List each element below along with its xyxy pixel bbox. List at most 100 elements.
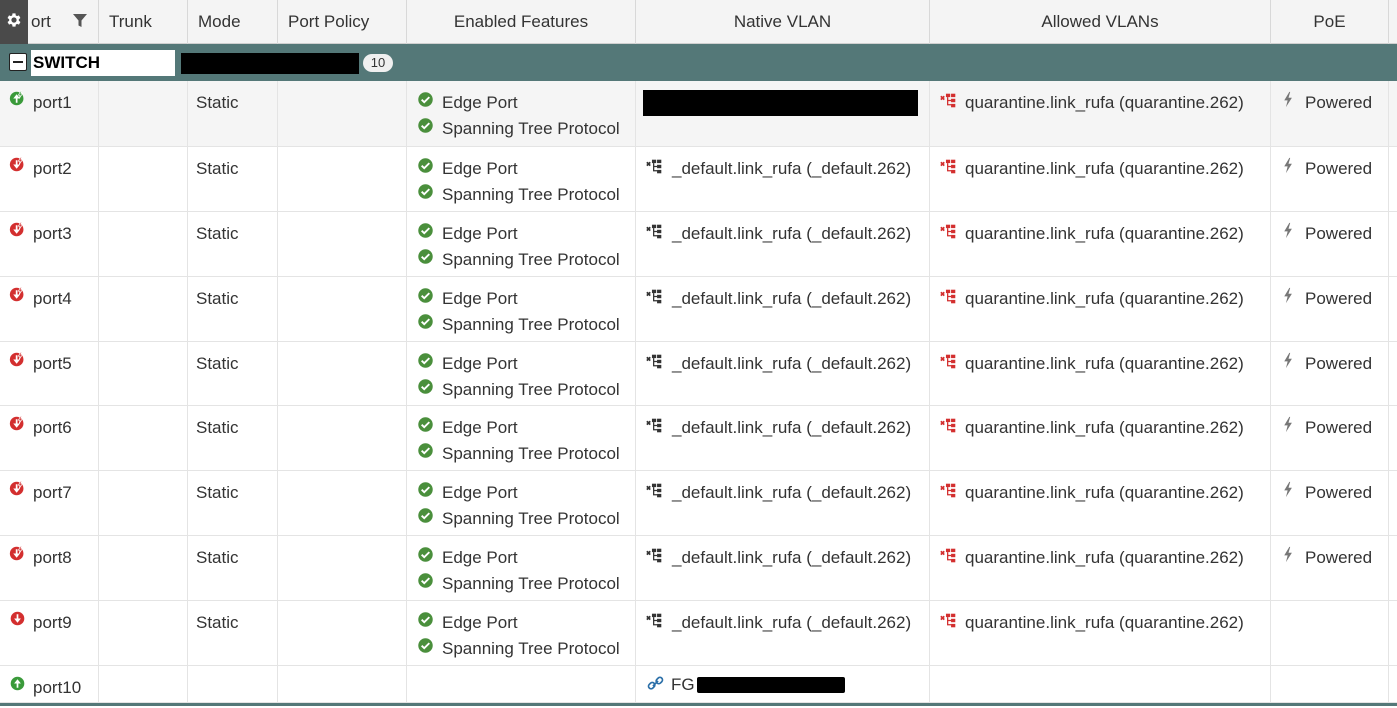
column-header-port-policy[interactable]: Port Policy <box>278 0 407 44</box>
column-header-mode[interactable]: Mode <box>188 0 278 44</box>
table-cell-policy <box>278 536 407 600</box>
native-vlan-value[interactable]: _default.link_rufa (_default.262) <box>672 483 911 503</box>
port-mode: Static <box>196 548 239 567</box>
port-name[interactable]: port7 <box>33 483 72 503</box>
allowed-vlan-value[interactable]: quarantine.link_rufa (quarantine.262) <box>965 548 1244 568</box>
table-cell-trunk <box>99 81 188 146</box>
column-header-port[interactable]: ort <box>28 0 99 44</box>
feature-label: Spanning Tree Protocol <box>442 639 620 658</box>
table-row[interactable]: port8 Static Edge Port Spanning Tree Protoc… <box>0 536 1397 601</box>
vlan-network-icon <box>646 159 662 174</box>
filter-icon[interactable] <box>72 13 88 29</box>
table-row[interactable]: port6 Static Edge Port Spanning Tree Protoc… <box>0 406 1397 471</box>
table-row[interactable]: port5 Static Edge Port Spanning Tree Protoc… <box>0 342 1397 406</box>
lightning-icon <box>1284 416 1292 433</box>
column-header-trunk[interactable]: Trunk <box>99 0 188 44</box>
feature-label: Edge Port <box>442 418 518 437</box>
port-name[interactable]: port9 <box>33 613 72 633</box>
table-cell-policy <box>278 212 407 276</box>
port-status-icon <box>9 351 24 367</box>
redacted-fortigate-name <box>697 677 845 693</box>
table-cell-native <box>636 471 930 535</box>
feature-label: Edge Port <box>442 613 518 632</box>
port-mode: Static <box>196 289 239 308</box>
port-name[interactable]: port2 <box>33 159 72 179</box>
native-vlan-value[interactable]: _default.link_rufa (_default.262) <box>672 548 911 568</box>
native-vlan-value[interactable]: _default.link_rufa (_default.262) <box>672 613 911 633</box>
native-vlan-value[interactable]: _default.link_rufa (_default.262) <box>672 418 911 438</box>
table-cell-allowed <box>930 277 1271 341</box>
table-cell-policy <box>278 601 407 665</box>
gear-icon[interactable] <box>0 0 28 44</box>
check-circle-icon <box>418 638 433 653</box>
allowed-vlan-value[interactable]: quarantine.link_rufa (quarantine.262) <box>965 483 1244 503</box>
lightning-icon <box>1284 91 1292 108</box>
table-cell-allowed <box>930 666 1271 702</box>
allowed-vlan-value[interactable]: quarantine.link_rufa (quarantine.262) <box>965 418 1244 438</box>
table-row[interactable]: port2 Static Edge Port Spanning Tree Protoc… <box>0 147 1397 212</box>
port-status-icon <box>9 221 24 237</box>
allowed-vlan-value[interactable]: quarantine.link_rufa (quarantine.262) <box>965 289 1244 309</box>
native-vlan-value[interactable]: _default.link_rufa (_default.262) <box>672 354 911 374</box>
vlan-network-icon <box>940 289 956 304</box>
column-header-allowed-vlans[interactable]: Allowed VLANs <box>930 0 1271 44</box>
port-name[interactable]: port5 <box>33 354 72 374</box>
check-circle-icon <box>418 443 433 458</box>
native-vlan-link[interactable]: FG <box>671 675 695 695</box>
port-name[interactable]: port8 <box>33 548 72 568</box>
port-name[interactable]: port4 <box>33 289 72 309</box>
column-header-enabled-features[interactable]: Enabled Features <box>407 0 636 44</box>
native-vlan-value[interactable]: _default.link_rufa (_default.262) <box>672 224 911 244</box>
column-header-poe[interactable]: PoE <box>1271 0 1389 44</box>
table-cell-native <box>636 536 930 600</box>
allowed-vlan-value[interactable]: quarantine.link_rufa (quarantine.262) <box>965 93 1244 113</box>
check-circle-icon <box>418 482 433 497</box>
table-cell-trunk <box>99 536 188 600</box>
table-row[interactable]: port4 Static Edge Port Spanning Tree Protoc… <box>0 277 1397 342</box>
port-name[interactable]: port1 <box>33 93 72 113</box>
vlan-network-icon <box>646 289 662 304</box>
table-row[interactable]: port1 Static Edge Port Spanning Tree Protoc… <box>0 81 1397 147</box>
table-row[interactable]: port7 Static Edge Port Spanning Tree Protoc… <box>0 471 1397 536</box>
table-cell-allowed <box>930 406 1271 470</box>
feature-label: Spanning Tree Protocol <box>442 250 620 269</box>
table-cell-trunk <box>99 601 188 665</box>
table-cell-policy <box>278 471 407 535</box>
link-icon <box>647 676 664 690</box>
check-circle-icon <box>418 353 433 368</box>
native-vlan-value[interactable]: _default.link_rufa (_default.262) <box>672 159 911 179</box>
port-status-icon <box>9 415 24 431</box>
table-row[interactable]: port10 FG <box>0 666 1397 703</box>
allowed-vlan-value[interactable]: quarantine.link_rufa (quarantine.262) <box>965 354 1244 374</box>
vlan-network-icon <box>646 613 662 628</box>
column-header-native-vlan[interactable]: Native VLAN <box>636 0 930 44</box>
lightning-icon <box>1284 287 1292 304</box>
allowed-vlan-value[interactable]: quarantine.link_rufa (quarantine.262) <box>965 613 1244 633</box>
redacted-native-vlan <box>643 90 918 116</box>
allowed-vlan-value[interactable]: quarantine.link_rufa (quarantine.262) <box>965 159 1244 179</box>
port-count-badge: 10 <box>363 54 393 72</box>
check-circle-icon <box>418 379 433 394</box>
table-cell-mode <box>188 406 278 470</box>
port-status-icon <box>9 545 24 561</box>
table-cell-trunk <box>99 212 188 276</box>
table-cell-allowed <box>930 212 1271 276</box>
port-status-icon <box>9 90 24 106</box>
port-name[interactable]: port3 <box>33 224 72 244</box>
port-name[interactable]: port10 <box>33 678 81 698</box>
collapse-icon[interactable] <box>9 53 27 71</box>
switch-group-row[interactable]: SWITCH 10 <box>0 44 1397 81</box>
table-bottom-border <box>0 703 1397 706</box>
feature-label: Spanning Tree Protocol <box>442 574 620 593</box>
port-mode: Static <box>196 224 239 243</box>
port-name[interactable]: port6 <box>33 418 72 438</box>
port-mode: Static <box>196 613 239 632</box>
feature-label: Edge Port <box>442 159 518 178</box>
poe-status: Powered <box>1305 548 1373 567</box>
table-row[interactable]: port3 Static Edge Port Spanning Tree Protoc… <box>0 212 1397 277</box>
feature-label: Spanning Tree Protocol <box>442 119 620 138</box>
allowed-vlan-value[interactable]: quarantine.link_rufa (quarantine.262) <box>965 224 1244 244</box>
native-vlan-value[interactable]: _default.link_rufa (_default.262) <box>672 289 911 309</box>
table-cell-policy <box>278 666 407 702</box>
table-row[interactable]: port9 Static Edge Port Spanning Tree Protoc… <box>0 601 1397 666</box>
